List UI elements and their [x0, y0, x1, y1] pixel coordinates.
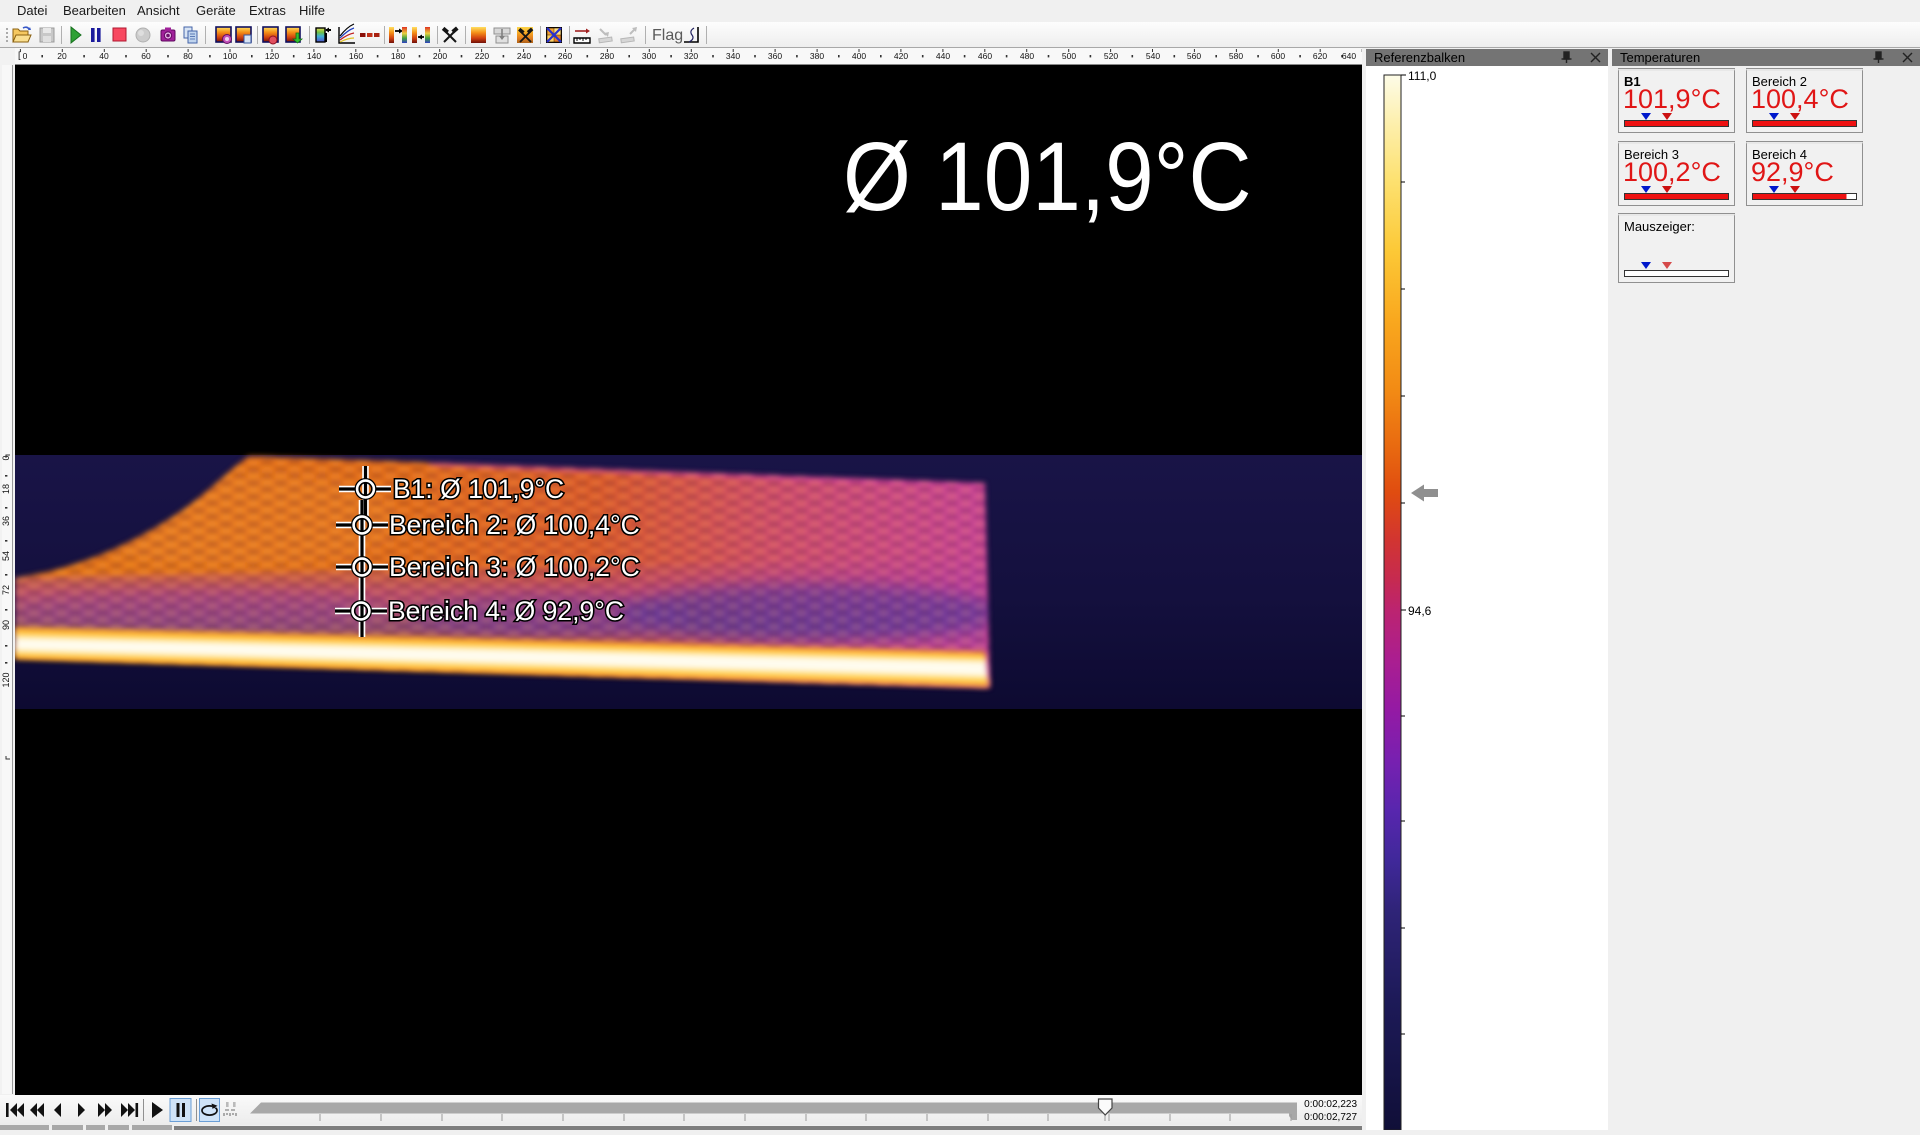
- svg-text:Bereich 3: Ø 100,2°C: Bereich 3: Ø 100,2°C: [389, 552, 640, 582]
- svg-text:B1: Ø 101,9°C: B1: Ø 101,9°C: [393, 474, 564, 504]
- svg-text:Bereich 2: Ø 100,4°C: Bereich 2: Ø 100,4°C: [389, 510, 640, 540]
- svg-text:94,6: 94,6: [1408, 604, 1432, 618]
- svg-text:Bereich 4: Ø 92,9°C: Bereich 4: Ø 92,9°C: [388, 596, 624, 626]
- svg-text:111,0: 111,0: [1408, 69, 1437, 83]
